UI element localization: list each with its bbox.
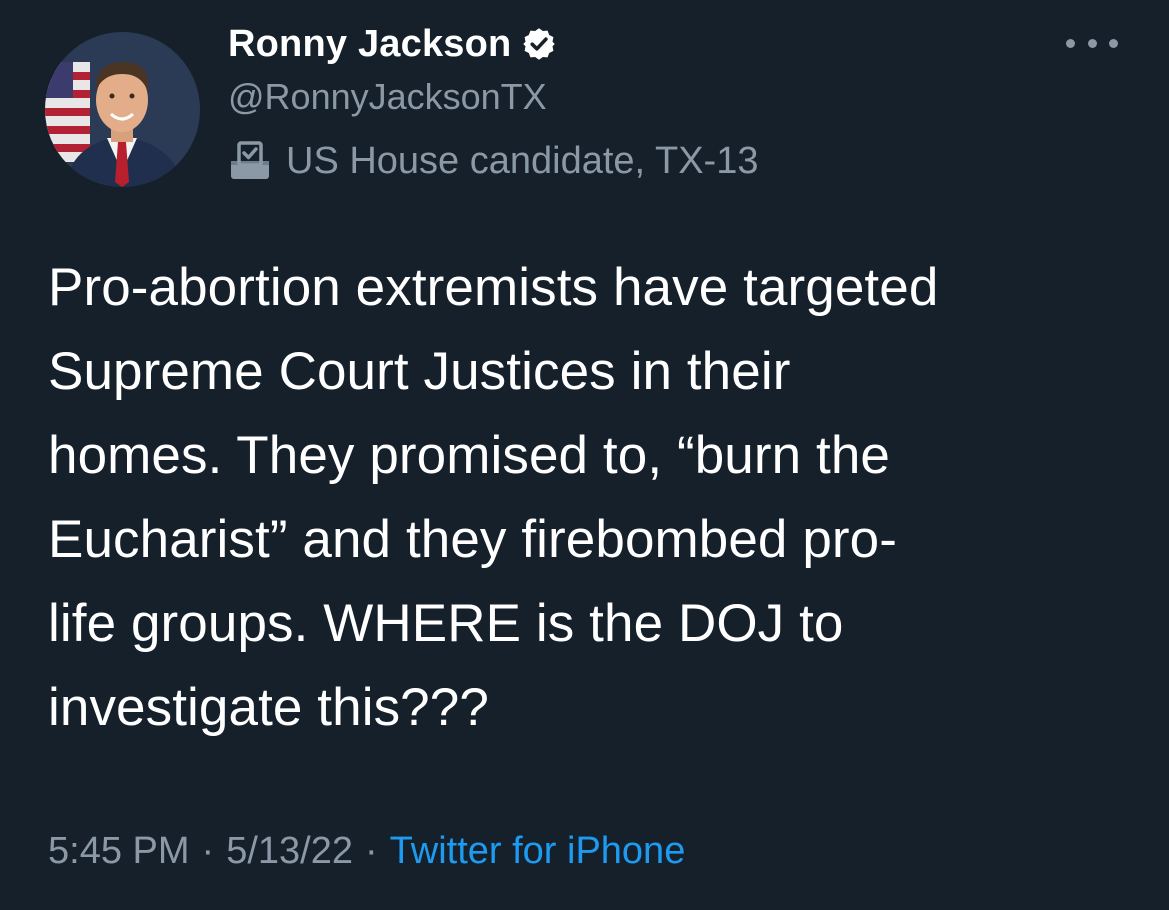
more-dot bbox=[1087, 38, 1097, 48]
affiliation-label: US House candidate, TX-13 bbox=[226, 136, 758, 186]
affiliation-label-text: US House candidate, TX-13 bbox=[286, 139, 759, 182]
more-options-icon[interactable] bbox=[1066, 28, 1118, 58]
author-handle[interactable]: @RonnyJacksonTX bbox=[228, 76, 547, 118]
flag-background bbox=[45, 62, 90, 162]
ballot-box-icon bbox=[226, 137, 274, 185]
tweet-time[interactable]: 5:45 PM bbox=[48, 830, 190, 873]
tweet-card: Ronny Jackson @RonnyJacksonTX US House c… bbox=[0, 0, 1169, 910]
tweet-body-text: Pro-abortion extremists have targeted Su… bbox=[48, 258, 939, 737]
author-display-name[interactable]: Ronny Jackson bbox=[228, 23, 511, 66]
author-name-row: Ronny Jackson bbox=[228, 18, 557, 70]
tweet-meta-row: 5:45 PM · 5/13/22 · Twitter for iPhone bbox=[48, 826, 685, 876]
meta-separator: · bbox=[364, 829, 378, 872]
avatar[interactable] bbox=[45, 32, 200, 187]
meta-separator: · bbox=[201, 829, 215, 872]
more-dot bbox=[1109, 38, 1118, 48]
tweet-source-link[interactable]: Twitter for iPhone bbox=[390, 830, 686, 873]
more-dot bbox=[1066, 38, 1075, 48]
avatar-photo bbox=[45, 32, 200, 187]
verified-badge-icon bbox=[521, 26, 557, 62]
tweet-date[interactable]: 5/13/22 bbox=[226, 830, 353, 873]
